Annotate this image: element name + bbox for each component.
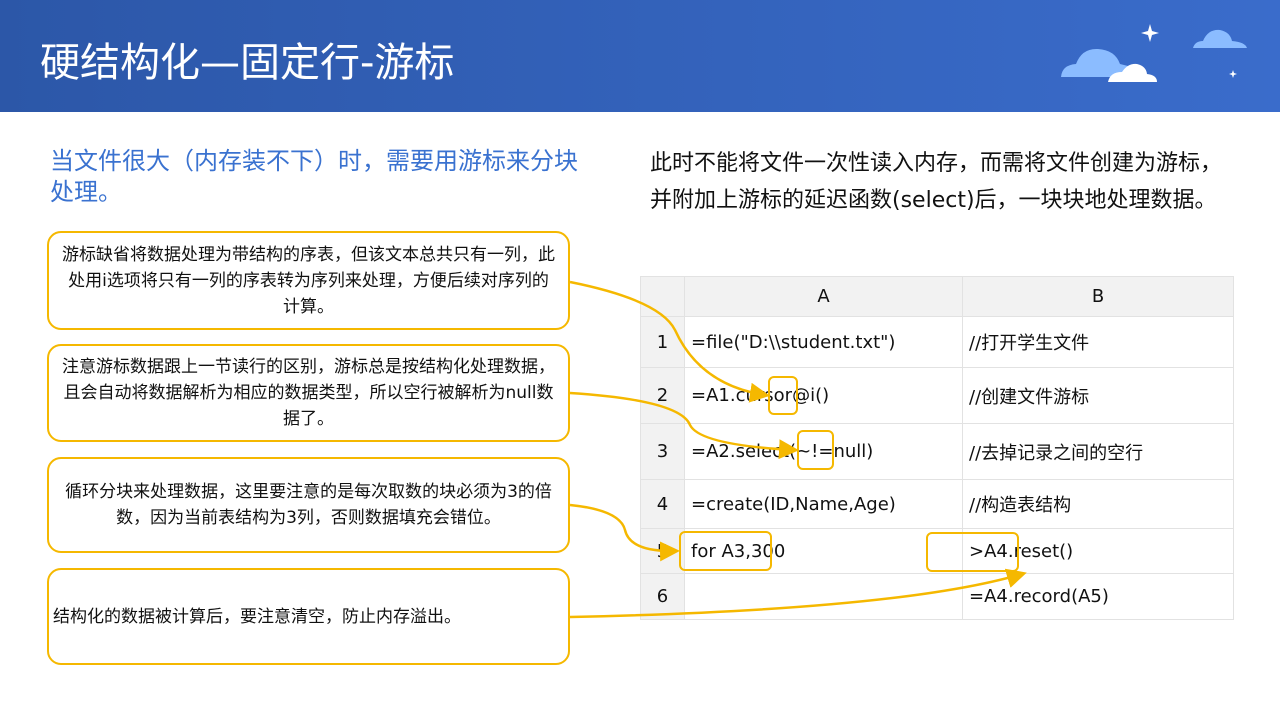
column-header-a[interactable]: A bbox=[684, 276, 963, 317]
row-number[interactable]: 4 bbox=[640, 479, 685, 529]
cell-a2[interactable]: =A1.cursor@i() bbox=[684, 367, 963, 424]
cell-b1[interactable]: //打开学生文件 bbox=[962, 316, 1234, 368]
callout-cursor-i: 游标缺省将数据处理为带结构的序表，但该文本总共只有一列，此处用i选项将只有一列的… bbox=[47, 231, 570, 330]
column-header-b[interactable]: B bbox=[962, 276, 1234, 317]
row-number[interactable]: 6 bbox=[640, 573, 685, 620]
cell-a4[interactable]: =create(ID,Name,Age) bbox=[684, 479, 963, 529]
grid-row: 3 =A2.select(~!=null)//去掉记录之间的空行 bbox=[640, 423, 1234, 480]
callout-block-size: 循环分块来处理数据，这里要注意的是每次取数的块必须为3的倍数，因为当前表结构为3… bbox=[47, 457, 570, 553]
cell-b4[interactable]: //构造表结构 bbox=[962, 479, 1234, 529]
grid-row: 1 =file("D:\\student.txt")//打开学生文件 bbox=[640, 316, 1234, 368]
cell-a1[interactable]: =file("D:\\student.txt") bbox=[684, 316, 963, 368]
highlight-null bbox=[797, 430, 834, 470]
callout-reset: 结构化的数据被计算后，要注意清空，防止内存溢出。 bbox=[47, 568, 570, 665]
highlight-for-loop bbox=[679, 531, 772, 571]
row-number[interactable]: 5 bbox=[640, 528, 685, 574]
row-number[interactable]: 2 bbox=[640, 367, 685, 424]
clouds-icon bbox=[1061, 24, 1247, 82]
highlight-cursor-option bbox=[768, 376, 798, 415]
grid-header-row: A B bbox=[640, 276, 1234, 317]
cell-b3[interactable]: //去掉记录之间的空行 bbox=[962, 423, 1234, 480]
grid-row: 2 =A1.cursor@i()//创建文件游标 bbox=[640, 367, 1234, 424]
left-heading: 当文件很大（内存装不下）时，需要用游标来分块处理。 bbox=[50, 147, 578, 206]
row-number[interactable]: 3 bbox=[640, 423, 685, 480]
right-description: 此时不能将文件一次性读入内存，而需将文件创建为游标，并附加上游标的延迟函数(se… bbox=[650, 151, 1223, 213]
highlight-reset bbox=[926, 532, 1019, 572]
cell-b6[interactable]: =A4.record(A5) bbox=[962, 573, 1234, 620]
cell-a6[interactable] bbox=[684, 573, 963, 620]
grid-row: 6 =A4.record(A5) bbox=[640, 573, 1234, 620]
grid-row: 4 =create(ID,Name,Age)//构造表结构 bbox=[640, 479, 1234, 529]
callout-null: 注意游标数据跟上一节读行的区别，游标总是按结构化处理数据，且会自动将数据解析为相… bbox=[47, 344, 570, 442]
row-number[interactable]: 1 bbox=[640, 316, 685, 368]
corner-cell bbox=[640, 276, 685, 317]
cell-b2[interactable]: //创建文件游标 bbox=[962, 367, 1234, 424]
header-banner: 硬结构化—固定行-游标 bbox=[0, 0, 1280, 112]
page-title: 硬结构化—固定行-游标 bbox=[40, 40, 455, 86]
